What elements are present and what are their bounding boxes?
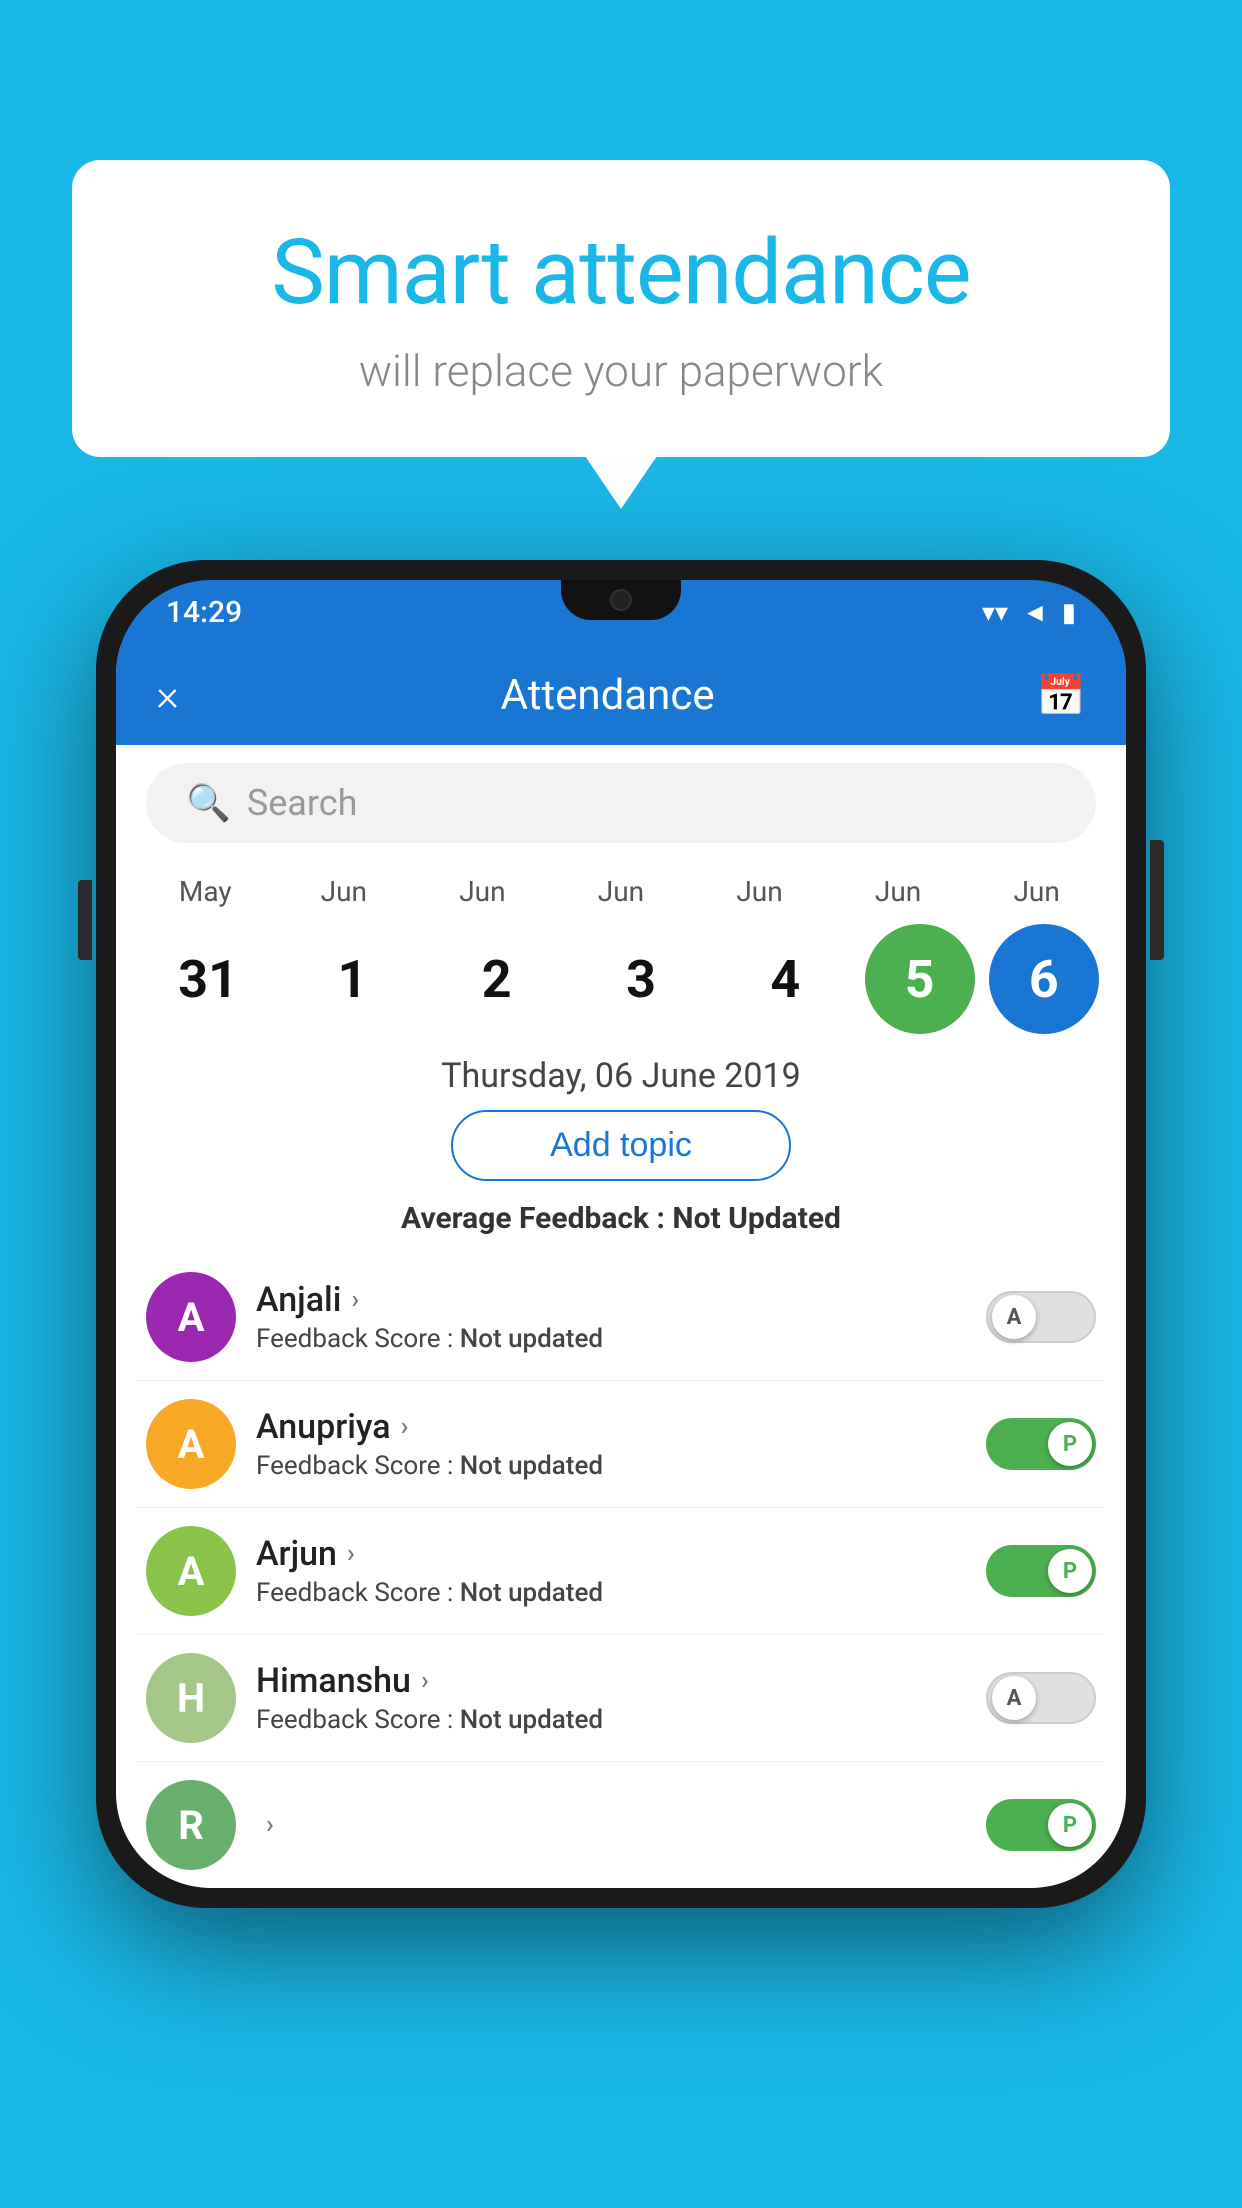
avg-feedback: Average Feedback : Not Updated (116, 1201, 1126, 1236)
chevron-right-icon: › (266, 1810, 274, 1840)
toggle-knob: A (992, 1295, 1036, 1339)
search-placeholder: Search (247, 782, 358, 824)
status-bar: 14:29 ▾▾ ◄ ▮ (116, 580, 1126, 645)
battery-icon: ▮ (1062, 598, 1076, 628)
toggle-on[interactable]: P (986, 1799, 1096, 1851)
selected-date-label: Thursday, 06 June 2019 (116, 1056, 1126, 1096)
toggle-on[interactable]: P (986, 1418, 1096, 1470)
list-item: A Anjali › Feedback Score : Not updated (136, 1254, 1106, 1381)
app-header: × Attendance 📅 (116, 645, 1126, 745)
student-info[interactable]: › (256, 1810, 966, 1840)
student-feedback: Feedback Score : Not updated (256, 1705, 966, 1735)
student-name: Arjun › (256, 1534, 966, 1574)
day-2[interactable]: 2 (432, 949, 562, 1010)
student-name: › (256, 1810, 966, 1840)
toggle-on[interactable]: P (986, 1545, 1096, 1597)
wifi-icon: ▾▾ (982, 598, 1008, 628)
add-topic-button[interactable]: Add topic (451, 1110, 791, 1181)
student-name: Anjali › (256, 1280, 966, 1320)
list-item: H Himanshu › Feedback Score : Not update… (136, 1635, 1106, 1762)
student-info[interactable]: Himanshu › Feedback Score : Not updated (256, 1661, 966, 1735)
student-feedback: Feedback Score : Not updated (256, 1451, 966, 1481)
avatar: A (146, 1272, 236, 1362)
phone-outer: 14:29 ▾▾ ◄ ▮ × Attendance 📅 🔍 S (96, 560, 1146, 1908)
header-title: Attendance (501, 671, 715, 720)
toggle-off[interactable]: A (986, 1672, 1096, 1724)
phone-wrapper: 14:29 ▾▾ ◄ ▮ × Attendance 📅 🔍 S (96, 560, 1146, 1908)
month-2: Jun (417, 875, 547, 908)
list-item: R › P (136, 1762, 1106, 1888)
status-icons: ▾▾ ◄ ▮ (982, 597, 1076, 628)
month-row: May Jun Jun Jun Jun Jun Jun (136, 871, 1106, 912)
student-info[interactable]: Anupriya › Feedback Score : Not updated (256, 1407, 966, 1481)
day-row: 31 1 2 3 4 5 6 (136, 920, 1106, 1038)
month-1: Jun (279, 875, 409, 908)
toggle-knob: P (1048, 1549, 1092, 1593)
day-3[interactable]: 3 (576, 949, 706, 1010)
attendance-toggle[interactable]: A (986, 1672, 1096, 1724)
student-list: A Anjali › Feedback Score : Not updated (116, 1254, 1126, 1888)
toggle-off[interactable]: A (986, 1291, 1096, 1343)
toggle-knob: A (992, 1676, 1036, 1720)
close-button[interactable]: × (156, 669, 179, 721)
chevron-right-icon: › (347, 1539, 355, 1569)
attendance-toggle[interactable]: P (986, 1418, 1096, 1470)
status-time: 14:29 (166, 595, 242, 630)
avatar: R (146, 1780, 236, 1870)
list-item: A Arjun › Feedback Score : Not updated (136, 1508, 1106, 1635)
student-name: Himanshu › (256, 1661, 966, 1701)
student-feedback: Feedback Score : Not updated (256, 1578, 966, 1608)
bubble-title: Smart attendance (152, 220, 1090, 325)
avatar: A (146, 1399, 236, 1489)
bubble-subtitle: will replace your paperwork (152, 345, 1090, 397)
signal-icon: ◄ (1022, 597, 1048, 628)
attendance-toggle[interactable]: P (986, 1799, 1096, 1851)
student-name: Anupriya › (256, 1407, 966, 1447)
chevron-right-icon: › (351, 1285, 359, 1315)
speech-bubble-container: Smart attendance will replace your paper… (72, 160, 1170, 457)
attendance-toggle[interactable]: A (986, 1291, 1096, 1343)
student-info[interactable]: Anjali › Feedback Score : Not updated (256, 1280, 966, 1354)
phone-screen: 14:29 ▾▾ ◄ ▮ × Attendance 📅 🔍 S (116, 580, 1126, 1888)
date-picker: May Jun Jun Jun Jun Jun Jun 31 1 2 3 4 (116, 861, 1126, 1038)
calendar-icon[interactable]: 📅 (1036, 672, 1086, 719)
attendance-toggle[interactable]: P (986, 1545, 1096, 1597)
day-5-selected[interactable]: 5 (865, 924, 975, 1034)
month-0: May (140, 875, 270, 908)
search-bar[interactable]: 🔍 Search (146, 763, 1096, 843)
day-0[interactable]: 31 (143, 949, 273, 1010)
month-5: Jun (833, 875, 963, 908)
chevron-right-icon: › (421, 1666, 429, 1696)
avatar: A (146, 1526, 236, 1616)
toggle-knob: P (1048, 1803, 1092, 1847)
day-6-selected[interactable]: 6 (989, 924, 1099, 1034)
student-info[interactable]: Arjun › Feedback Score : Not updated (256, 1534, 966, 1608)
avg-feedback-label: Average Feedback : (401, 1201, 672, 1236)
month-3: Jun (556, 875, 686, 908)
chevron-right-icon: › (401, 1412, 409, 1442)
search-icon: 🔍 (186, 782, 231, 824)
notch (561, 580, 681, 620)
student-feedback: Feedback Score : Not updated (256, 1324, 966, 1354)
app-content: × Attendance 📅 🔍 Search May Jun Jun Jun (116, 645, 1126, 1888)
day-1[interactable]: 1 (287, 949, 417, 1010)
list-item: A Anupriya › Feedback Score : Not update… (136, 1381, 1106, 1508)
avg-feedback-value: Not Updated (672, 1201, 841, 1236)
month-4: Jun (695, 875, 825, 908)
notch-camera (610, 589, 632, 611)
avatar: H (146, 1653, 236, 1743)
month-6: Jun (972, 875, 1102, 908)
speech-bubble: Smart attendance will replace your paper… (72, 160, 1170, 457)
day-4[interactable]: 4 (720, 949, 850, 1010)
toggle-knob: P (1048, 1422, 1092, 1466)
